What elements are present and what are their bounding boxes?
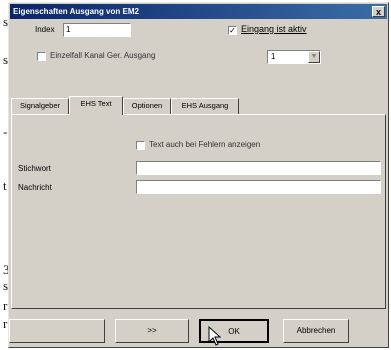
eingang-aktiv-label: Eingang ist aktiv [241,24,307,34]
background-letter: r [3,298,8,313]
blank-button[interactable] [9,319,105,343]
tab-ehs-text[interactable]: EHS Text [69,96,123,115]
stichwort-field[interactable] [136,161,381,175]
einzelfall-label: Einzelfall Kanal Ger. Ausgang [50,51,156,60]
channel-select-value: 1 [271,52,276,61]
eingang-aktiv-checkbox[interactable]: ✓ [228,26,237,35]
dialog-titlebar[interactable]: Eigenschaften Ausgang von EM2 x [10,4,387,19]
index-label: Index [35,25,55,34]
tab-optionen[interactable]: Optionen [123,98,171,114]
channel-select[interactable]: 1 ▼ [267,50,321,64]
nachricht-label: Nachricht [18,183,52,192]
next-button[interactable]: >> [115,319,189,343]
background-letter: r [3,316,8,331]
einzelfall-checkbox[interactable] [37,52,46,61]
tab-ehs-ausgang[interactable]: EHS Ausgang [171,98,239,114]
cancel-button[interactable]: Abbrechen [283,319,349,343]
properties-dialog: Eigenschaften Ausgang von EM2 x Index 1 … [8,2,389,348]
chevron-down-icon[interactable]: ▼ [308,51,320,63]
stichwort-label: Stichwort [18,164,51,173]
nachricht-field[interactable] [136,180,381,194]
text-option-checkbox[interactable] [136,141,145,150]
background-letter: t [3,178,7,193]
mouse-pointer-icon [208,326,222,346]
tab-panel: Text auch bei Fehlern anzeigen Stichwort… [11,114,386,309]
index-field[interactable]: 1 [63,23,131,37]
tab-signalgeber[interactable]: Signalgeber [11,98,69,114]
text-option-label: Text auch bei Fehlern anzeigen [149,140,261,149]
dialog-title: Eigenschaften Ausgang von EM2 [13,7,139,16]
background-letter: - [3,124,8,139]
close-icon[interactable]: x [372,6,385,17]
